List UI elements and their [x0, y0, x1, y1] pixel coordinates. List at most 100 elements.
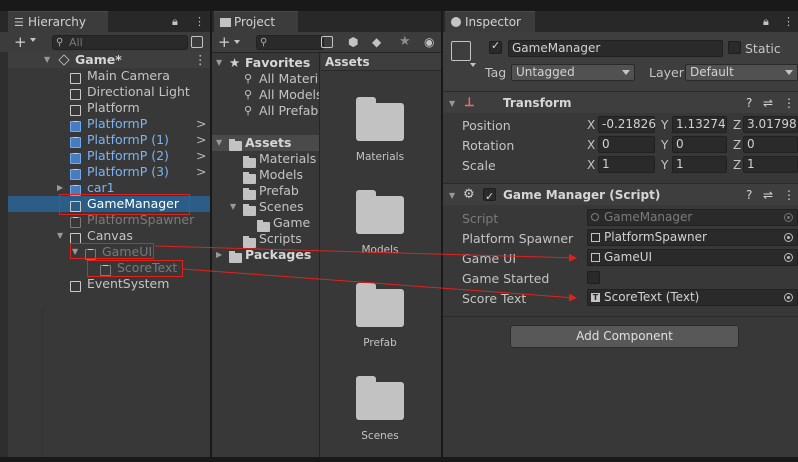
tab-project[interactable]: Project — [214, 11, 298, 32]
kebab-menu-icon[interactable]: ⋮ — [194, 15, 205, 28]
position-y-field[interactable]: 1.13274 — [672, 116, 727, 133]
script-component-header[interactable]: ▼ ⚙ Game Manager (Script) ? ⇌ ⋮ — [443, 183, 798, 208]
chevron-down-icon — [622, 70, 630, 75]
filter-by-type-icon[interactable]: ⬢ — [348, 35, 358, 49]
hierarchy-item[interactable]: PlatformP (3) > — [0, 164, 210, 180]
favorite-item[interactable]: ⚲ All Prefabs — [212, 103, 319, 119]
add-plus-icon[interactable]: + — [14, 33, 27, 51]
asset-folder-item[interactable]: Materials — [212, 151, 319, 168]
hierarchy-item[interactable]: Platform — [0, 100, 210, 116]
component-menu-icon[interactable]: ⋮ — [783, 92, 795, 114]
hierarchy-item[interactable]: PlatformP (1) > — [0, 132, 210, 148]
transform-header[interactable]: ▼ ⟂ Transform ? ⇌ ⋮ — [443, 91, 798, 113]
create-plus-icon[interactable]: + — [218, 33, 231, 51]
expand-arrow-icon[interactable]: ▼ — [57, 228, 63, 244]
grid-folder-card[interactable]: Materials — [321, 93, 441, 183]
asset-folder-item[interactable]: Game — [212, 215, 319, 232]
grid-folder-card[interactable]: Scenes — [321, 372, 441, 462]
presets-icon[interactable]: ⇌ — [763, 184, 773, 206]
game-ui-field[interactable]: GameUI — [587, 249, 798, 266]
scene-menu-icon[interactable]: ⋮ — [194, 52, 207, 68]
tab-hierarchy[interactable]: ☰ Hierarchy — [8, 11, 108, 32]
layer-dropdown[interactable]: Default — [685, 64, 798, 81]
hierarchy-item[interactable]: EventSystem — [0, 276, 210, 292]
grid-folder-card[interactable]: Models — [321, 186, 441, 276]
favorites-row[interactable]: ▼ ★ Favorites — [212, 55, 319, 71]
scale-x-field[interactable]: 1 — [598, 156, 655, 173]
add-component-button[interactable]: Add Component — [510, 325, 739, 348]
game-started-checkbox[interactable] — [587, 271, 600, 284]
tag-dropdown[interactable]: Untagged — [511, 64, 635, 81]
search-by-type-icon[interactable] — [191, 36, 203, 48]
hierarchy-item-label: PlatformP (2) — [87, 148, 169, 163]
script-reference-field: GameManager — [587, 209, 798, 226]
object-picker-icon[interactable] — [784, 233, 793, 242]
hierarchy-item[interactable]: PlatformP (2) > — [0, 148, 210, 164]
help-icon[interactable]: ? — [746, 184, 752, 206]
packages-row[interactable]: ▶ Packages — [212, 247, 319, 263]
asset-folder-label: Scripts — [259, 231, 302, 246]
expand-arrow-icon[interactable]: ▼ — [449, 93, 455, 115]
score-text-field[interactable]: T ScoreText (Text) — [587, 289, 798, 306]
static-checkbox[interactable] — [728, 41, 741, 54]
open-prefab-chevron-icon[interactable]: > — [196, 148, 206, 164]
presets-icon[interactable]: ⇌ — [763, 92, 773, 114]
hierarchy-item[interactable]: Main Camera — [0, 68, 210, 84]
position-x-field[interactable]: -0.21826 — [598, 116, 656, 133]
lock-icon[interactable]: 🔒︎ — [172, 15, 178, 29]
scene-header-row[interactable]: ▼ Game* ⋮ — [0, 52, 210, 68]
object-name-field[interactable]: GameManager — [508, 40, 723, 57]
expand-arrow-icon[interactable]: ▼ — [449, 185, 455, 207]
expand-arrow-icon[interactable]: ▼ — [216, 55, 222, 71]
position-z-field[interactable]: 3.01798 — [743, 116, 798, 133]
hierarchy-item[interactable]: Directional Light — [0, 84, 210, 100]
object-picker-icon[interactable] — [784, 253, 793, 262]
tab-inspector[interactable]: Inspector — [445, 11, 535, 32]
rotation-y-field[interactable]: 0 — [672, 136, 727, 153]
favorite-item[interactable]: ⚲ All Materia — [212, 71, 319, 87]
expand-arrow-icon[interactable]: ▼ — [230, 199, 236, 215]
open-prefab-chevron-icon[interactable]: > — [196, 132, 206, 148]
add-dropdown-chevron-icon[interactable] — [30, 38, 36, 42]
icon-dropdown-chevron-icon[interactable] — [470, 63, 476, 67]
component-enabled-checkbox[interactable] — [483, 186, 496, 208]
platform-spawner-field[interactable]: PlatformSpawner — [587, 229, 798, 246]
asset-folder-item[interactable]: Scripts — [212, 231, 319, 248]
project-search-input[interactable]: ⚲ — [256, 35, 324, 50]
hierarchy-toolbar: + ⚲ All — [0, 32, 210, 53]
expand-arrow-icon[interactable]: ▼ — [216, 135, 222, 151]
favorite-item[interactable]: ⚲ All Models — [212, 87, 319, 103]
object-picker-icon[interactable] — [784, 293, 793, 302]
grid-breadcrumb[interactable]: Assets — [321, 53, 441, 71]
open-prefab-chevron-icon[interactable]: > — [196, 164, 206, 180]
kebab-menu-icon[interactable]: ⋮ — [783, 15, 794, 28]
lock-icon[interactable]: 🔒︎ — [763, 15, 769, 29]
hierarchy-item[interactable]: ▼ Canvas — [0, 228, 210, 244]
search-by-type-icon[interactable] — [321, 36, 333, 48]
assets-row[interactable]: ▼ Assets — [212, 135, 319, 151]
help-icon[interactable]: ? — [746, 92, 752, 114]
rotation-z-field[interactable]: 0 — [743, 136, 798, 153]
scale-y-field[interactable]: 1 — [672, 156, 727, 173]
expand-arrow-icon[interactable]: ▼ — [44, 52, 50, 68]
open-prefab-chevron-icon[interactable]: > — [196, 116, 206, 132]
asset-folder-item[interactable]: Models — [212, 167, 319, 184]
label-tag-icon[interactable]: ◆ — [372, 35, 381, 49]
component-menu-icon[interactable]: ⋮ — [783, 184, 795, 206]
asset-folder-item[interactable]: ▼ Scenes — [212, 199, 319, 216]
hierarchy-item[interactable]: PlatformP > — [0, 116, 210, 132]
platform-spawner-label: Platform Spawner — [462, 231, 574, 246]
z-axis-label: Z — [733, 138, 742, 152]
hierarchy-search-input[interactable]: ⚲ All — [52, 35, 188, 50]
game-ui-value: GameUI — [604, 250, 653, 264]
favorite-star-icon[interactable]: ★ — [399, 34, 411, 49]
scale-z-field[interactable]: 1 — [743, 156, 798, 173]
collapse-arrow-icon[interactable]: ▶ — [216, 247, 222, 263]
hidden-packages-eye-icon[interactable]: ◉ — [424, 35, 434, 49]
gameobject-cube-icon[interactable] — [451, 41, 471, 61]
rotation-x-field[interactable]: 0 — [598, 136, 655, 153]
grid-folder-card[interactable]: Prefab — [321, 279, 441, 369]
create-dropdown-chevron-icon[interactable] — [234, 40, 240, 44]
asset-folder-item[interactable]: Prefab — [212, 183, 319, 200]
active-checkbox[interactable] — [489, 39, 502, 54]
